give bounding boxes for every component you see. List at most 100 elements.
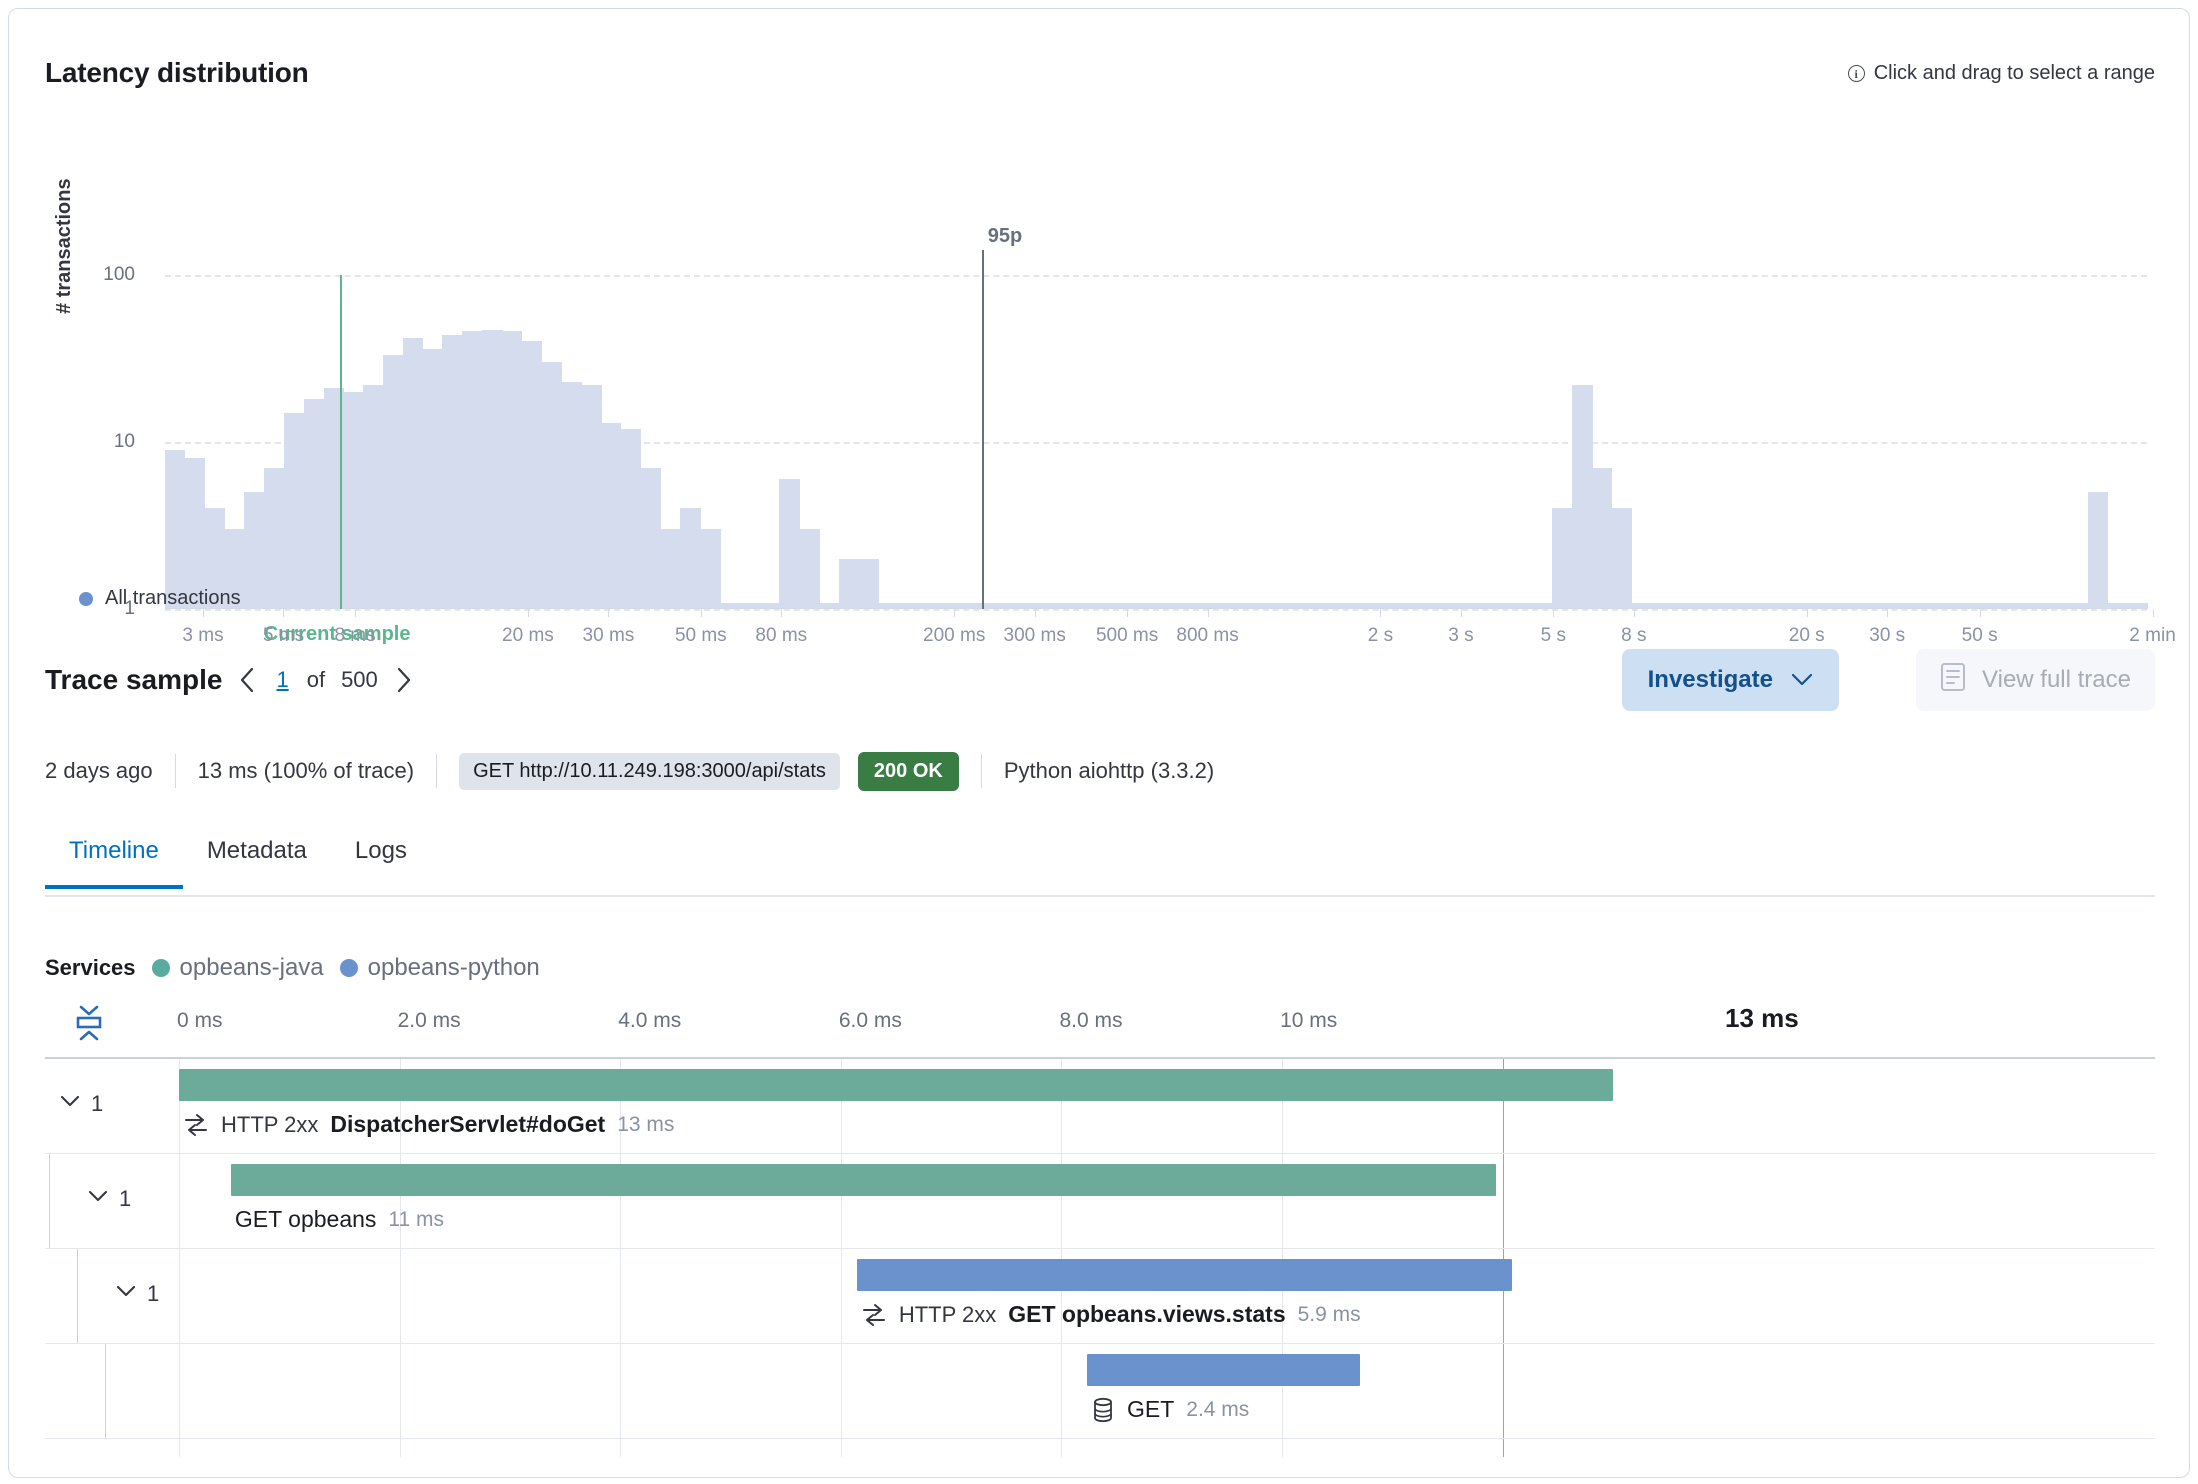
collapse-all-icon[interactable] bbox=[69, 1001, 109, 1045]
chart-x-tick: 20 s bbox=[1789, 625, 1825, 647]
histogram-bar bbox=[839, 559, 859, 609]
chart-x-tickmark bbox=[283, 609, 284, 617]
divider bbox=[981, 754, 982, 788]
service-item-opbeans-java[interactable]: opbeans-java bbox=[152, 954, 324, 982]
investigate-button[interactable]: Investigate bbox=[1622, 649, 1839, 711]
chart-x-tick: 80 ms bbox=[755, 625, 807, 647]
timeline-row[interactable]: 1HTTP 2xxGET opbeans.views.stats5.9 ms bbox=[45, 1249, 2155, 1344]
divider bbox=[175, 754, 176, 788]
timeline-span-name: DispatcherServlet#doGet bbox=[330, 1111, 605, 1138]
histogram-bar bbox=[2088, 492, 2108, 609]
view-full-trace-label: View full trace bbox=[1982, 666, 2131, 694]
timeline-end-tick: 13 ms bbox=[1725, 1003, 1799, 1034]
histogram-bar bbox=[1572, 385, 1592, 609]
trace-total-count: 500 bbox=[341, 667, 378, 693]
histogram-bar bbox=[1612, 508, 1632, 609]
chart-x-tickmark bbox=[1807, 609, 1808, 617]
chart-x-tick: 800 ms bbox=[1176, 625, 1238, 647]
chart-x-tick: 2 min bbox=[2129, 625, 2175, 647]
timeline-row[interactable]: 1HTTP 2xxDispatcherServlet#doGet13 ms bbox=[45, 1059, 2155, 1154]
histogram-bar bbox=[542, 362, 562, 609]
chart-marker-line bbox=[340, 275, 342, 609]
trace-url-badge: GET http://10.11.249.198:3000/api/stats bbox=[459, 753, 840, 790]
chart-legend[interactable]: All transactions bbox=[79, 587, 241, 610]
tab-metadata[interactable]: Metadata bbox=[183, 829, 331, 887]
timeline-tick: 4.0 ms bbox=[618, 1009, 681, 1033]
chart-x-tickmark bbox=[1634, 609, 1635, 617]
chart-x-tickmark bbox=[954, 609, 955, 617]
chevron-down-icon bbox=[1791, 666, 1813, 694]
timeline-span-duration: 11 ms bbox=[388, 1208, 444, 1232]
status-badge: 200 OK bbox=[858, 752, 959, 791]
timeline-row-toggle[interactable]: 1 bbox=[59, 1091, 103, 1117]
legend-color-dot bbox=[79, 592, 93, 606]
document-icon bbox=[1940, 662, 1966, 699]
histogram-bar bbox=[561, 382, 581, 609]
investigate-label: Investigate bbox=[1648, 666, 1773, 694]
chart-x-tick: 30 s bbox=[1869, 625, 1905, 647]
trace-tabs: TimelineMetadataLogs bbox=[45, 829, 2155, 897]
timeline-span-name: GET opbeans.views.stats bbox=[1008, 1301, 1285, 1328]
divider bbox=[436, 754, 437, 788]
service-color-dot bbox=[340, 959, 358, 977]
chart-x-tickmark bbox=[203, 609, 204, 617]
histogram-bars bbox=[165, 275, 2147, 609]
timeline-span-duration: 2.4 ms bbox=[1186, 1398, 1249, 1422]
chart-x-tick: 3 ms bbox=[182, 625, 223, 647]
service-item-opbeans-python[interactable]: opbeans-python bbox=[340, 954, 540, 982]
chart-x-tickmark bbox=[1980, 609, 1981, 617]
chart-x-tickmark bbox=[701, 609, 702, 617]
service-color-dot bbox=[152, 959, 170, 977]
legend-item-label: All transactions bbox=[105, 587, 241, 610]
histogram-bar bbox=[363, 385, 383, 609]
latency-chart[interactable]: # transactions 100101 Current sample95p … bbox=[9, 129, 2190, 429]
timeline-row-toggle[interactable]: 1 bbox=[115, 1281, 159, 1307]
timeline-tick: 0 ms bbox=[177, 1009, 223, 1033]
histogram-bar bbox=[423, 349, 443, 609]
trace-page-number[interactable]: 1 bbox=[276, 667, 288, 693]
chart-x-tickmark bbox=[528, 609, 529, 617]
tab-logs[interactable]: Logs bbox=[331, 829, 431, 887]
timeline-row-count: 1 bbox=[147, 1281, 159, 1307]
timeline-span-name: GET bbox=[1127, 1396, 1174, 1423]
histogram-bar bbox=[601, 423, 621, 609]
timeline-waterfall: 1HTTP 2xxDispatcherServlet#doGet13 ms1GE… bbox=[45, 1057, 2155, 1457]
chevron-left-icon[interactable] bbox=[228, 661, 266, 699]
timeline-row-toggle[interactable]: 1 bbox=[87, 1186, 131, 1212]
chart-x-tick: 30 ms bbox=[583, 625, 635, 647]
histogram-bar bbox=[383, 355, 403, 609]
timeline-span-bar[interactable] bbox=[1087, 1354, 1360, 1386]
chart-x-tick: 8 ms bbox=[334, 625, 375, 647]
chart-x-tick: 200 ms bbox=[923, 625, 985, 647]
chart-x-tick: 5 ms bbox=[263, 625, 304, 647]
database-icon bbox=[1091, 1397, 1115, 1423]
timeline-row[interactable]: 1GET opbeans11 ms bbox=[45, 1154, 2155, 1249]
chevron-down-icon bbox=[87, 1189, 109, 1208]
timeline-tick: 6.0 ms bbox=[839, 1009, 902, 1033]
chart-x-tickmark bbox=[781, 609, 782, 617]
tab-timeline[interactable]: Timeline bbox=[45, 829, 183, 887]
chart-x-tickmark bbox=[1887, 609, 1888, 617]
chart-x-tickmark bbox=[1461, 609, 1462, 617]
trace-meta-row: 2 days ago 13 ms (100% of trace) GET htt… bbox=[45, 751, 1214, 791]
histogram-bar bbox=[680, 508, 700, 609]
chart-plot-area[interactable] bbox=[165, 275, 2147, 609]
timeline-axis: 0 ms2.0 ms4.0 ms6.0 ms8.0 ms10 ms13 ms bbox=[45, 997, 2155, 1049]
histogram-bar bbox=[700, 529, 720, 609]
service-name: opbeans-python bbox=[368, 954, 540, 982]
timeline-row[interactable]: GET 2.4 ms bbox=[45, 1344, 2155, 1439]
timeline-tick: 2.0 ms bbox=[398, 1009, 461, 1033]
timeline-span-bar[interactable] bbox=[857, 1259, 1513, 1291]
histogram-bar bbox=[462, 331, 482, 609]
transaction-arrows-icon bbox=[861, 1302, 887, 1328]
chevron-right-icon[interactable] bbox=[384, 661, 422, 699]
timeline-row-count: 1 bbox=[119, 1186, 131, 1212]
timeline-span-bar[interactable] bbox=[231, 1164, 1496, 1196]
view-full-trace-button[interactable]: View full trace bbox=[1916, 649, 2155, 711]
page-title: Latency distribution bbox=[45, 57, 309, 89]
timeline-span-type: HTTP 2xx bbox=[899, 1302, 996, 1328]
chart-x-tickmark bbox=[1380, 609, 1381, 617]
histogram-bar bbox=[304, 399, 324, 609]
histogram-bar bbox=[502, 331, 522, 609]
timeline-span-bar[interactable] bbox=[179, 1069, 1613, 1101]
